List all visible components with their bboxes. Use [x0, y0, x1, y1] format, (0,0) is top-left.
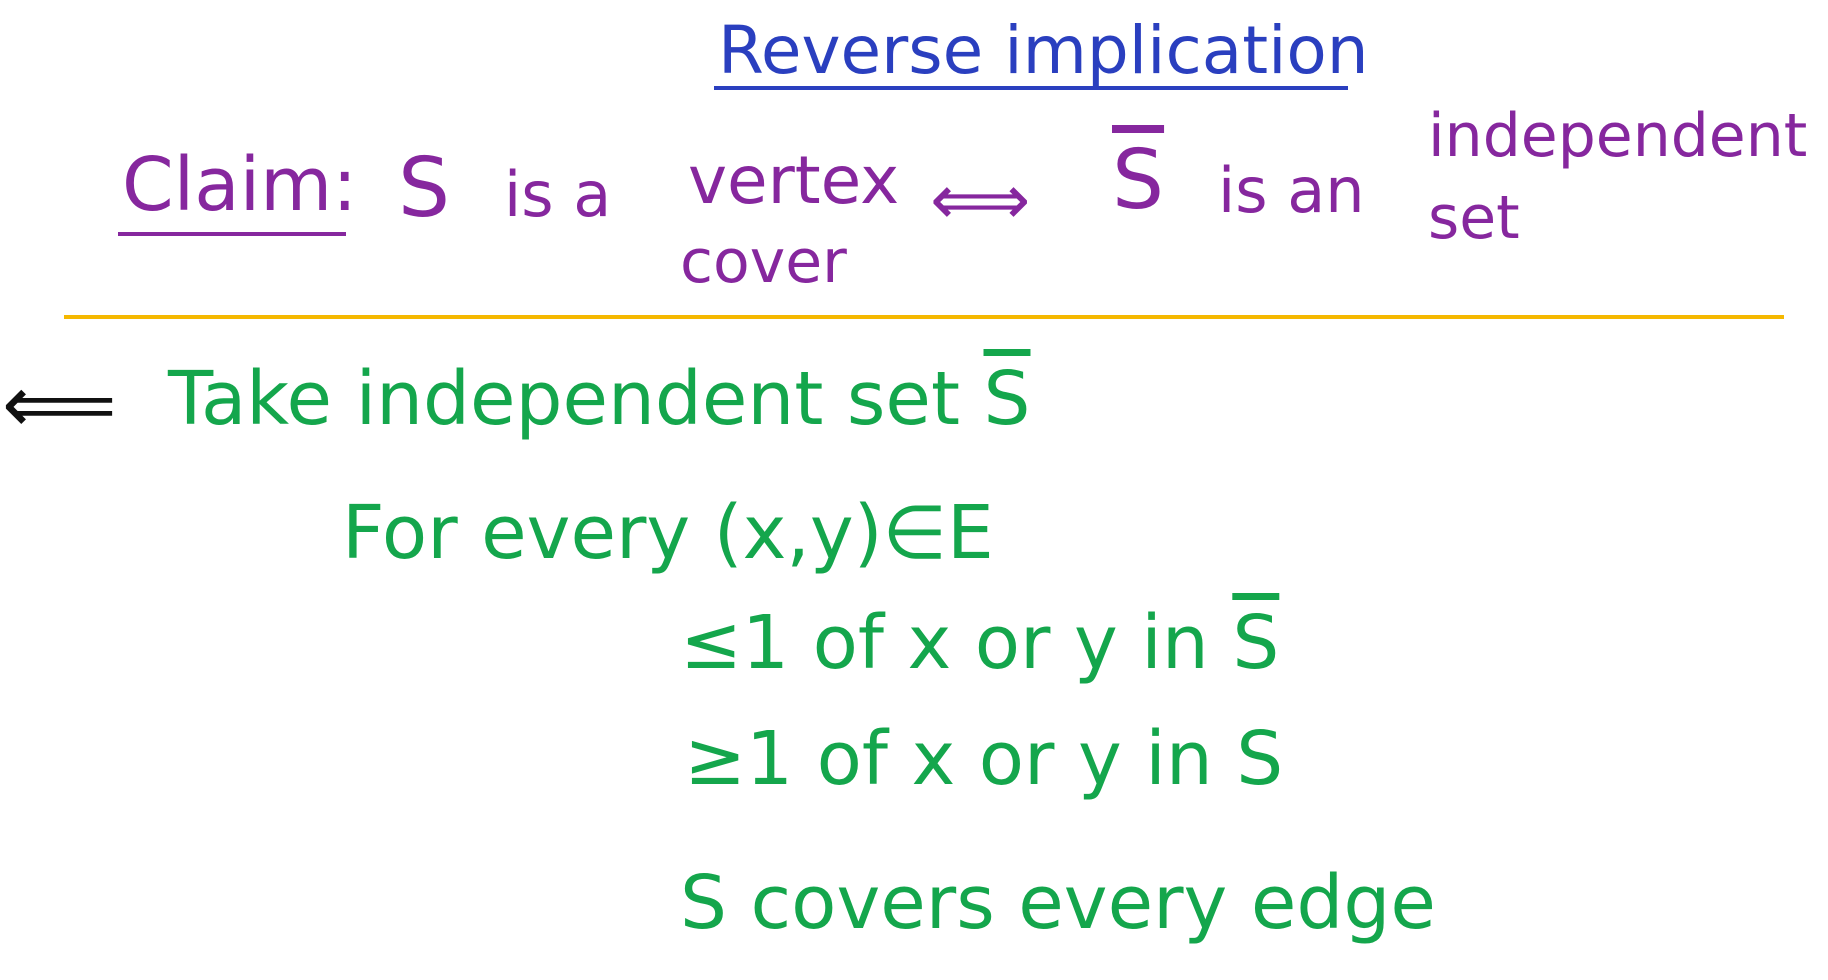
claim-cover: cover — [680, 227, 847, 297]
claim-vertex: vertex — [688, 142, 900, 219]
proof-line-1-text: Take independent set — [168, 356, 960, 442]
proof-line-5: S covers every edge — [680, 860, 1436, 946]
iff-symbol: ⟺ — [930, 159, 1031, 241]
proof-line-1-s-bar: S — [983, 356, 1031, 442]
section-divider — [64, 315, 1784, 319]
proof-line-4: ≥1 of x or y in S — [684, 716, 1284, 802]
claim-underline — [118, 232, 346, 236]
proof-line-3: ≤1 of x or y in S — [680, 606, 1279, 680]
claim-label: Claim: — [122, 142, 358, 228]
slide-title: Reverse implication — [718, 12, 1369, 89]
proof-line-2: For every (x,y)∈E — [342, 490, 994, 576]
claim-is-an: is an — [1218, 154, 1365, 227]
claim-s-bar: S — [1112, 133, 1165, 228]
proof-line-1: Take independent set S — [168, 362, 1030, 436]
proof-line-3-s-bar: S — [1232, 600, 1280, 686]
claim-s: S — [398, 141, 451, 236]
claim-set: set — [1428, 183, 1520, 253]
claim-is-a: is a — [504, 158, 612, 231]
claim-independent: independent — [1428, 101, 1808, 171]
lecture-slide: Reverse implication Claim: S is a vertex… — [0, 0, 1828, 980]
left-implication-arrow: ⟸ — [2, 358, 117, 451]
proof-line-3-text: ≤1 of x or y in — [680, 600, 1209, 686]
title-underline — [714, 86, 1348, 90]
